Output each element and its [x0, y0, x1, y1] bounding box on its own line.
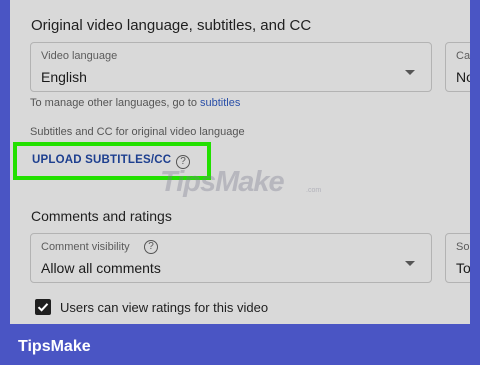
comment-visibility-value: Allow all comments	[41, 260, 161, 276]
category-select[interactable]: Ca No	[445, 42, 470, 92]
manage-languages-text: To manage other languages, go to subtitl…	[30, 97, 240, 109]
comment-visibility-select[interactable]: Comment visibility ? Allow all comments	[30, 233, 432, 283]
sort-value: To	[456, 260, 470, 276]
manage-languages-prefix: To manage other languages, go to	[30, 97, 201, 109]
chevron-down-icon	[405, 70, 415, 75]
category-value: No	[456, 69, 470, 85]
sort-select[interactable]: So To	[445, 233, 470, 283]
tutorial-frame: Original video language, subtitles, and …	[0, 0, 480, 365]
footer-brand: TipsMake	[18, 338, 91, 355]
subtitles-caption: Subtitles and CC for original video lang…	[30, 126, 245, 138]
ratings-checkbox-label: Users can view ratings for this video	[60, 300, 269, 315]
upload-subtitles-label: UPLOAD SUBTITLES/CC	[32, 154, 172, 166]
subtitles-link[interactable]: subtitles	[200, 97, 240, 109]
section-title-comments: Comments and ratings	[31, 208, 172, 224]
settings-panel: Original video language, subtitles, and …	[10, 0, 470, 324]
help-circle-icon[interactable]: ?	[144, 240, 158, 254]
comment-visibility-label: Comment visibility	[41, 241, 130, 253]
checkmark-icon	[37, 303, 49, 312]
video-language-label: Video language	[41, 50, 118, 62]
watermark-logo: TipsMake	[160, 166, 285, 198]
video-language-select[interactable]: Video language English	[30, 42, 432, 92]
watermark-suffix: .com	[306, 187, 322, 194]
chevron-down-icon	[405, 261, 415, 266]
video-language-value: English	[41, 69, 87, 85]
ratings-checkbox[interactable]	[35, 299, 51, 315]
upload-subtitles-button[interactable]: UPLOAD SUBTITLES/CC	[32, 154, 171, 166]
category-label: Ca	[456, 50, 470, 62]
sort-label: So	[456, 241, 470, 253]
section-title-language: Original video language, subtitles, and …	[31, 17, 312, 34]
